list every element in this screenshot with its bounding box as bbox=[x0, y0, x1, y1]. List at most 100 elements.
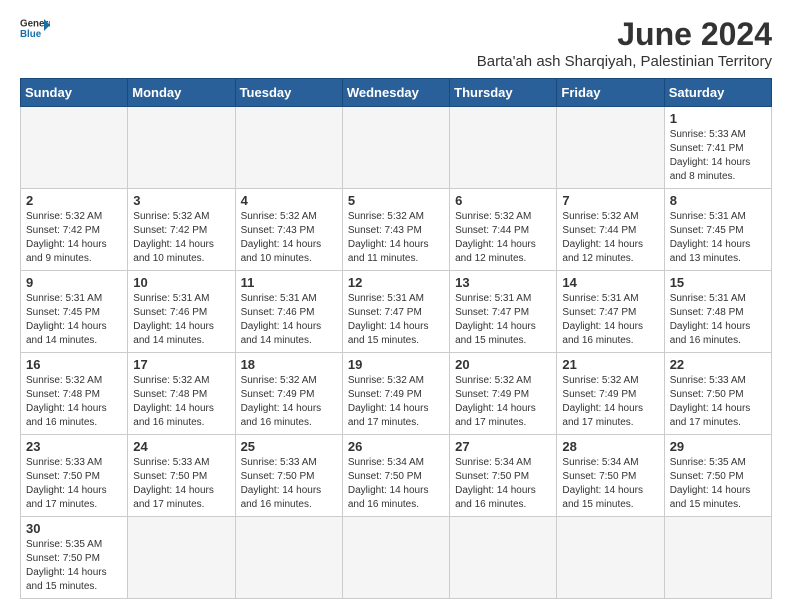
day-info: Sunrise: 5:31 AMSunset: 7:47 PMDaylight:… bbox=[562, 292, 658, 348]
day-number: 17 bbox=[133, 357, 229, 372]
calendar-week-row: 2 Sunrise: 5:32 AMSunset: 7:42 PMDaylight… bbox=[21, 189, 772, 271]
day-info: Sunrise: 5:31 AMSunset: 7:46 PMDaylight:… bbox=[241, 292, 337, 348]
day-number: 9 bbox=[26, 275, 122, 290]
weekday-header-friday: Friday bbox=[557, 79, 664, 107]
weekday-header-monday: Monday bbox=[128, 79, 235, 107]
weekday-header-row: SundayMondayTuesdayWednesdayThursdayFrid… bbox=[21, 79, 772, 107]
day-info: Sunrise: 5:33 AMSunset: 7:50 PMDaylight:… bbox=[26, 456, 122, 512]
calendar-cell: 3Sunrise: 5:32 AMSunset: 7:42 PMDaylight… bbox=[128, 189, 235, 271]
calendar-cell: 5 Sunrise: 5:32 AMSunset: 7:43 PMDaylight… bbox=[342, 189, 449, 271]
calendar-cell: 28Sunrise: 5:34 AMSunset: 7:50 PMDayligh… bbox=[557, 435, 664, 517]
calendar-cell: 27Sunrise: 5:34 AMSunset: 7:50 PMDayligh… bbox=[450, 435, 557, 517]
calendar-cell: 1Sunrise: 5:33 AMSunset: 7:41 PMDaylight… bbox=[664, 107, 771, 189]
day-number: 11 bbox=[241, 275, 337, 290]
calendar-cell: 14 Sunrise: 5:31 AMSunset: 7:47 PMDayligh… bbox=[557, 271, 664, 353]
day-info: Sunrise: 5:32 AMSunset: 7:48 PMDaylight:… bbox=[26, 374, 122, 430]
day-info: Sunrise: 5:32 AMSunset: 7:43 PMDaylight:… bbox=[241, 210, 337, 266]
day-info: Sunrise: 5:32 AMSunset: 7:44 PMDaylight:… bbox=[455, 210, 551, 266]
calendar-cell: 18Sunrise: 5:32 AMSunset: 7:49 PMDayligh… bbox=[235, 353, 342, 435]
day-info: Sunrise: 5:33 AMSunset: 7:41 PMDaylight:… bbox=[670, 128, 766, 184]
calendar-cell bbox=[557, 517, 664, 599]
day-info: Sunrise: 5:34 AMSunset: 7:50 PMDaylight:… bbox=[455, 456, 551, 512]
calendar-cell bbox=[21, 107, 128, 189]
day-number: 22 bbox=[670, 357, 766, 372]
calendar-cell: 12Sunrise: 5:31 AMSunset: 7:47 PMDayligh… bbox=[342, 271, 449, 353]
calendar-cell: 29 Sunrise: 5:35 AMSunset: 7:50 PMDayligh… bbox=[664, 435, 771, 517]
weekday-header-thursday: Thursday bbox=[450, 79, 557, 107]
day-info: Sunrise: 5:32 AMSunset: 7:49 PMDaylight:… bbox=[562, 374, 658, 430]
calendar-cell: 20 Sunrise: 5:32 AMSunset: 7:49 PMDayligh… bbox=[450, 353, 557, 435]
day-number: 24 bbox=[133, 439, 229, 454]
day-number: 15 bbox=[670, 275, 766, 290]
calendar-cell: 17 Sunrise: 5:32 AMSunset: 7:48 PMDayligh… bbox=[128, 353, 235, 435]
weekday-header-sunday: Sunday bbox=[21, 79, 128, 107]
day-info: Sunrise: 5:32 AMSunset: 7:42 PMDaylight:… bbox=[133, 210, 229, 266]
weekday-header-tuesday: Tuesday bbox=[235, 79, 342, 107]
day-number: 26 bbox=[348, 439, 444, 454]
day-number: 30 bbox=[26, 521, 122, 536]
calendar-cell: 22Sunrise: 5:33 AMSunset: 7:50 PMDayligh… bbox=[664, 353, 771, 435]
calendar-cell: 21 Sunrise: 5:32 AMSunset: 7:49 PMDayligh… bbox=[557, 353, 664, 435]
day-number: 19 bbox=[348, 357, 444, 372]
day-info: Sunrise: 5:35 AMSunset: 7:50 PMDaylight:… bbox=[26, 538, 122, 594]
calendar-cell: 2 Sunrise: 5:32 AMSunset: 7:42 PMDaylight… bbox=[21, 189, 128, 271]
day-info: Sunrise: 5:33 AMSunset: 7:50 PMDaylight:… bbox=[241, 456, 337, 512]
calendar-week-row: 23Sunrise: 5:33 AMSunset: 7:50 PMDayligh… bbox=[21, 435, 772, 517]
day-info: Sunrise: 5:32 AMSunset: 7:48 PMDaylight:… bbox=[133, 374, 229, 430]
day-number: 10 bbox=[133, 275, 229, 290]
day-number: 14 bbox=[562, 275, 658, 290]
main-title: June 2024 bbox=[477, 16, 772, 53]
calendar-cell: 4Sunrise: 5:32 AMSunset: 7:43 PMDaylight… bbox=[235, 189, 342, 271]
calendar-week-row: 16 Sunrise: 5:32 AMSunset: 7:48 PMDayligh… bbox=[21, 353, 772, 435]
day-number: 29 bbox=[670, 439, 766, 454]
day-number: 21 bbox=[562, 357, 658, 372]
logo: General Blue bbox=[20, 16, 50, 40]
calendar-cell bbox=[342, 107, 449, 189]
calendar-cell bbox=[128, 107, 235, 189]
day-info: Sunrise: 5:35 AMSunset: 7:50 PMDaylight:… bbox=[670, 456, 766, 512]
calendar-cell: 10 Sunrise: 5:31 AMSunset: 7:46 PMDayligh… bbox=[128, 271, 235, 353]
day-info: Sunrise: 5:31 AMSunset: 7:47 PMDaylight:… bbox=[348, 292, 444, 348]
day-info: Sunrise: 5:31 AMSunset: 7:48 PMDaylight:… bbox=[670, 292, 766, 348]
calendar-cell bbox=[450, 517, 557, 599]
calendar-cell: 13Sunrise: 5:31 AMSunset: 7:47 PMDayligh… bbox=[450, 271, 557, 353]
calendar-cell: 8 Sunrise: 5:31 AMSunset: 7:45 PMDaylight… bbox=[664, 189, 771, 271]
day-info: Sunrise: 5:32 AMSunset: 7:43 PMDaylight:… bbox=[348, 210, 444, 266]
day-info: Sunrise: 5:31 AMSunset: 7:47 PMDaylight:… bbox=[455, 292, 551, 348]
day-number: 7 bbox=[562, 193, 658, 208]
weekday-header-saturday: Saturday bbox=[664, 79, 771, 107]
day-number: 16 bbox=[26, 357, 122, 372]
calendar-cell: 26 Sunrise: 5:34 AMSunset: 7:50 PMDayligh… bbox=[342, 435, 449, 517]
calendar-cell: 15 Sunrise: 5:31 AMSunset: 7:48 PMDayligh… bbox=[664, 271, 771, 353]
calendar-cell bbox=[235, 107, 342, 189]
day-info: Sunrise: 5:31 AMSunset: 7:46 PMDaylight:… bbox=[133, 292, 229, 348]
day-info: Sunrise: 5:32 AMSunset: 7:49 PMDaylight:… bbox=[348, 374, 444, 430]
calendar-cell: 25Sunrise: 5:33 AMSunset: 7:50 PMDayligh… bbox=[235, 435, 342, 517]
day-info: Sunrise: 5:32 AMSunset: 7:49 PMDaylight:… bbox=[241, 374, 337, 430]
day-number: 2 bbox=[26, 193, 122, 208]
day-number: 5 bbox=[348, 193, 444, 208]
day-info: Sunrise: 5:34 AMSunset: 7:50 PMDaylight:… bbox=[562, 456, 658, 512]
calendar-cell bbox=[664, 517, 771, 599]
calendar-week-row: 1Sunrise: 5:33 AMSunset: 7:41 PMDaylight… bbox=[21, 107, 772, 189]
calendar-cell bbox=[342, 517, 449, 599]
calendar-table: SundayMondayTuesdayWednesdayThursdayFrid… bbox=[20, 78, 772, 599]
calendar-week-row: 30 Sunrise: 5:35 AMSunset: 7:50 PMDayligh… bbox=[21, 517, 772, 599]
calendar-cell: 6 Sunrise: 5:32 AMSunset: 7:44 PMDaylight… bbox=[450, 189, 557, 271]
day-info: Sunrise: 5:33 AMSunset: 7:50 PMDaylight:… bbox=[133, 456, 229, 512]
day-info: Sunrise: 5:32 AMSunset: 7:49 PMDaylight:… bbox=[455, 374, 551, 430]
page-header: General Blue June 2024 Barta'ah ash Shar… bbox=[20, 16, 772, 70]
day-info: Sunrise: 5:31 AMSunset: 7:45 PMDaylight:… bbox=[670, 210, 766, 266]
day-info: Sunrise: 5:34 AMSunset: 7:50 PMDaylight:… bbox=[348, 456, 444, 512]
day-number: 8 bbox=[670, 193, 766, 208]
calendar-cell: 16 Sunrise: 5:32 AMSunset: 7:48 PMDayligh… bbox=[21, 353, 128, 435]
calendar-cell: 11 Sunrise: 5:31 AMSunset: 7:46 PMDayligh… bbox=[235, 271, 342, 353]
weekday-header-wednesday: Wednesday bbox=[342, 79, 449, 107]
day-info: Sunrise: 5:32 AMSunset: 7:42 PMDaylight:… bbox=[26, 210, 122, 266]
day-number: 20 bbox=[455, 357, 551, 372]
day-info: Sunrise: 5:31 AMSunset: 7:45 PMDaylight:… bbox=[26, 292, 122, 348]
calendar-week-row: 9 Sunrise: 5:31 AMSunset: 7:45 PMDaylight… bbox=[21, 271, 772, 353]
svg-text:Blue: Blue bbox=[20, 29, 42, 40]
calendar-cell: 24 Sunrise: 5:33 AMSunset: 7:50 PMDayligh… bbox=[128, 435, 235, 517]
day-number: 6 bbox=[455, 193, 551, 208]
